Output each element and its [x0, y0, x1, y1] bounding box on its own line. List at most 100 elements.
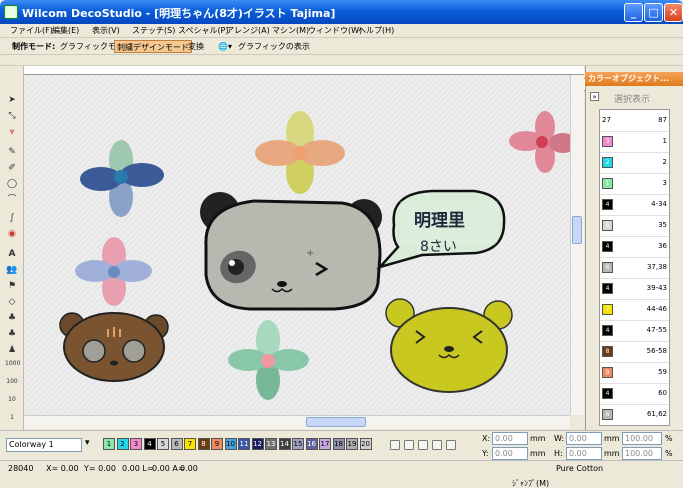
- arc-icon[interactable]: ⌒: [5, 194, 19, 206]
- globe-icon[interactable]: 🌐▾: [216, 40, 234, 53]
- select-arrow-icon[interactable]: ➤: [5, 94, 19, 106]
- horizontal-scrollbar[interactable]: [24, 415, 570, 429]
- circle-icon[interactable]: ◉: [5, 228, 19, 240]
- color-object-row[interactable]: 6 37,38: [600, 257, 669, 279]
- text-icon[interactable]: A: [5, 248, 19, 260]
- color-object-row[interactable]: 31: [600, 131, 669, 153]
- colorway-swatch[interactable]: 18: [332, 438, 345, 450]
- colorway-swatch[interactable]: 11: [238, 438, 250, 450]
- close-button[interactable]: ✕: [664, 3, 683, 22]
- figure-icon[interactable]: ♟: [5, 344, 19, 356]
- diamond-icon[interactable]: ◇: [5, 296, 19, 308]
- yellow-bear[interactable]: [385, 298, 513, 393]
- color-object-row[interactable]: 22: [600, 152, 669, 174]
- y-field[interactable]: 0.00: [492, 447, 528, 460]
- color-object-row[interactable]: 4 47-55: [600, 320, 669, 342]
- color-object-list[interactable]: 27 87 3 1 2 2 1 3 4 4-34 5 35 4 36 6 37,38 4 39-43 7 44-46 4…: [599, 109, 670, 426]
- design-canvas[interactable]: + 明理里 8さい: [24, 75, 578, 415]
- color-object-row[interactable]: 13: [600, 173, 669, 195]
- pen-icon[interactable]: ✎: [5, 146, 19, 158]
- color-object-row[interactable]: 4 39-43: [600, 278, 669, 300]
- colorway-swatch[interactable]: 3: [130, 438, 142, 450]
- embroidery-mode-button[interactable]: 刺繍デザインモード: [114, 40, 192, 53]
- panda-character[interactable]: +: [200, 192, 382, 311]
- colorway-swatch[interactable]: 9: [211, 438, 223, 450]
- thread-chart-icon[interactable]: [390, 440, 400, 450]
- color-object-row[interactable]: 4 4-34: [600, 194, 669, 216]
- colorway-swatch[interactable]: 16: [305, 438, 318, 450]
- maximize-button[interactable]: □: [644, 3, 663, 22]
- embroidery-design: + 明理里 8さい: [24, 75, 577, 415]
- scale-1000-icon[interactable]: 1000: [5, 358, 20, 370]
- tree-icon[interactable]: ♣: [5, 312, 19, 324]
- color-object-row[interactable]: 6 61,62: [600, 404, 669, 425]
- minimize-button[interactable]: _: [624, 3, 643, 22]
- ellipse-icon[interactable]: ◯: [5, 178, 19, 190]
- title-bar: Wilcom DecoStudio - [明理ちゃん(8才)イラスト Tajim…: [0, 0, 683, 24]
- menu-stitch[interactable]: ステッチ(S): [132, 25, 175, 36]
- colorway-swatch[interactable]: 4: [143, 438, 156, 450]
- color-object-row[interactable]: 9 59: [600, 362, 669, 384]
- h-percent-field[interactable]: 100.00: [622, 447, 662, 460]
- color-object-row[interactable]: 8 56-58: [600, 341, 669, 363]
- horizontal-scroll-thumb[interactable]: [306, 417, 366, 427]
- scale-100-icon[interactable]: 100: [5, 376, 19, 388]
- colorway-swatch[interactable]: 20: [359, 438, 372, 450]
- object-range: 61,62: [646, 410, 667, 418]
- colorway-swatch[interactable]: 7: [184, 438, 196, 450]
- jump-status: ｼﾞｬﾝﾌﾟ(M): [512, 479, 550, 488]
- colorway-swatch[interactable]: 14: [278, 438, 291, 450]
- menu-window[interactable]: ウィンドウ(W): [308, 25, 362, 36]
- colorway-swatch[interactable]: 8: [197, 438, 210, 450]
- x-field[interactable]: 0.00: [492, 432, 528, 445]
- people-icon[interactable]: 👥: [5, 264, 19, 276]
- monogram-icon[interactable]: ⚑: [5, 280, 19, 292]
- menu-edit[interactable]: 編集(E): [52, 25, 79, 36]
- collapse-icon[interactable]: »: [590, 92, 599, 101]
- colorway-select[interactable]: Colorway 1: [6, 438, 82, 452]
- color-object-row[interactable]: 4 60: [600, 383, 669, 405]
- scale-10-icon[interactable]: 10: [5, 394, 19, 406]
- color-object-row[interactable]: 4 36: [600, 236, 669, 258]
- colorway-swatch[interactable]: 6: [170, 438, 183, 450]
- menu-special[interactable]: スペシャル(P): [178, 25, 229, 36]
- menu-machine[interactable]: マシン(M): [272, 25, 309, 36]
- graphic-display-button[interactable]: グラフィックの表示: [236, 40, 312, 53]
- thread-swatch: 4: [602, 199, 613, 210]
- scale-1-icon[interactable]: 1: [5, 412, 19, 424]
- vertical-scroll-thumb[interactable]: [572, 216, 582, 244]
- color-edit-icon[interactable]: [432, 440, 442, 450]
- menu-view[interactable]: 表示(V): [92, 25, 120, 36]
- object-range: 37,38: [646, 263, 667, 271]
- menu-file[interactable]: ファイル(F): [10, 25, 53, 36]
- colorway-swatch[interactable]: 10: [224, 438, 237, 450]
- color-object-row[interactable]: 7 44-46: [600, 299, 669, 321]
- colorway-swatch[interactable]: 2: [116, 438, 129, 450]
- color-object-row[interactable]: 5 35: [600, 215, 669, 237]
- w-percent-field[interactable]: 100.00: [622, 432, 662, 445]
- w-field[interactable]: 0.00: [566, 432, 602, 445]
- colorway-swatch[interactable]: 13: [265, 438, 277, 450]
- colorway-swatch[interactable]: 12: [251, 438, 264, 450]
- color-list-icon[interactable]: [404, 440, 414, 450]
- colorway-swatch[interactable]: 17: [319, 438, 331, 450]
- menu-help[interactable]: ヘルプ(H): [358, 25, 394, 36]
- color-swap-icon[interactable]: [446, 440, 456, 450]
- reshape-icon[interactable]: ⤡: [5, 110, 19, 122]
- colorway-swatch[interactable]: 15: [292, 438, 304, 450]
- stitch-edit-icon[interactable]: ⩔: [5, 126, 19, 138]
- color-grid-icon[interactable]: [418, 440, 428, 450]
- h-field[interactable]: 0.00: [566, 447, 602, 460]
- vertical-scrollbar[interactable]: [570, 75, 584, 415]
- colorway-swatch[interactable]: 19: [346, 438, 358, 450]
- colorway-swatch[interactable]: 1: [103, 438, 115, 450]
- convert-button[interactable]: 変換: [186, 40, 206, 53]
- menu-arrange[interactable]: アレンジ(A): [226, 25, 270, 36]
- color-object-row[interactable]: 27 87: [600, 110, 669, 132]
- tree2-icon[interactable]: ♣: [5, 328, 19, 340]
- curve-icon[interactable]: ∫: [5, 212, 19, 224]
- dropdown-arrow-icon[interactable]: ▾: [85, 438, 95, 452]
- brush-icon[interactable]: ✐: [5, 162, 19, 174]
- select-display-button[interactable]: 選択表示: [614, 92, 650, 105]
- colorway-swatch[interactable]: 5: [157, 438, 169, 450]
